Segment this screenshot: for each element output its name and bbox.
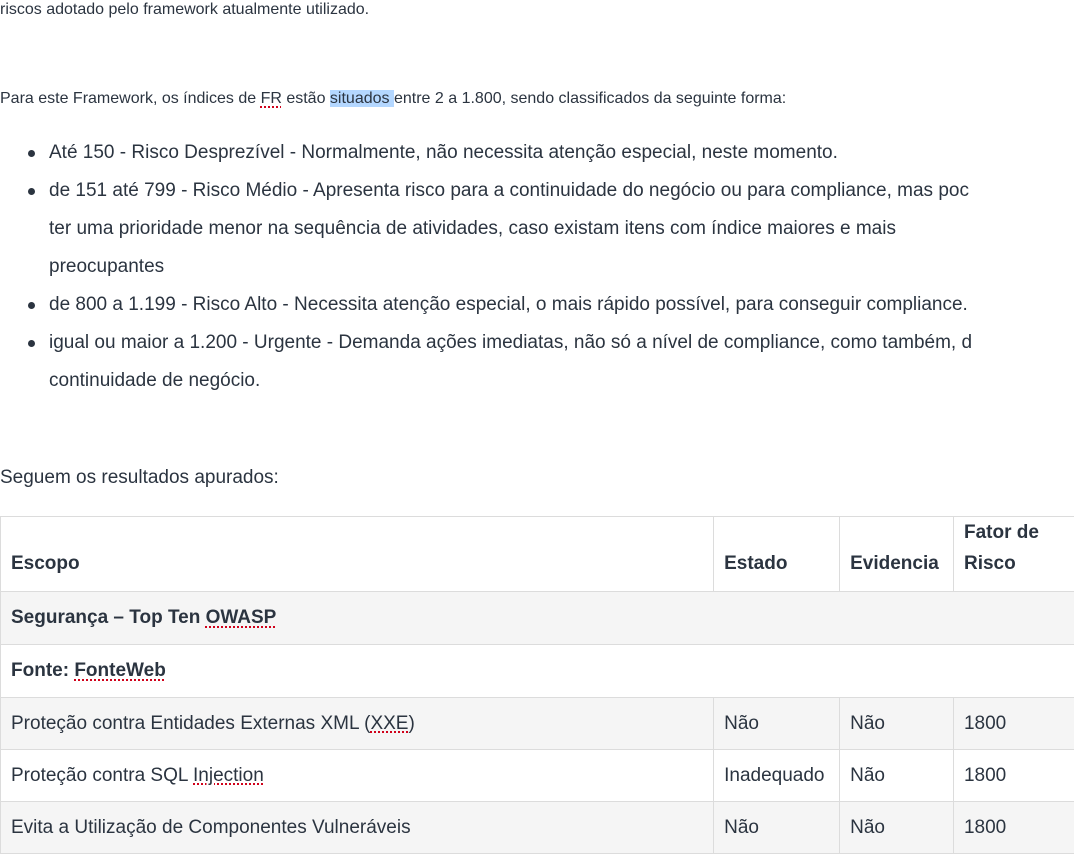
group-title-row: Segurança – Top Ten OWASP	[0, 591, 1074, 645]
results-table: Escopo Estado Evidencia Fator de Risco Se…	[0, 516, 1074, 854]
list-item-text: de 151 até 799 - Risco Médio - Apresenta…	[49, 180, 969, 201]
intro-paragraph: Para este Framework, os índices de FR es…	[0, 87, 786, 111]
cell-risk: 1800	[952, 749, 1074, 802]
cell-scope: Proteção contra SQL Injection	[0, 749, 715, 802]
intro-top-line: riscos adotado pelo framework atualmente…	[0, 1, 370, 18]
intro-text-mid: estão	[281, 90, 330, 107]
list-item: de 151 até 799 - Risco Médio - Apresenta…	[0, 172, 1074, 286]
list-item-text: igual ou maior a 1.200 - Urgente - Deman…	[49, 332, 973, 353]
cell-risk: 1800	[952, 697, 1074, 750]
bullet-icon	[28, 150, 35, 157]
list-item-text: continuidade de negócio.	[49, 370, 261, 391]
bullet-icon	[28, 302, 35, 309]
intro-text-end: entre 2 a 1.800, sendo classificados da …	[393, 90, 787, 107]
source-row: Fonte: FonteWeb	[0, 644, 1074, 698]
header-risk-line1: Fator de	[963, 522, 1039, 543]
fr-term: FR	[260, 90, 282, 107]
risk-level-list: Até 150 - Risco Desprezível - Normalment…	[0, 134, 1074, 400]
list-item: de 800 a 1.199 - Risco Alto - Necessita …	[0, 286, 1074, 324]
cell-evidence: Não	[839, 749, 954, 802]
table-row: Proteção contra Entidades Externas XML (…	[0, 697, 1074, 750]
list-item-text: ter uma prioridade menor na sequência de…	[49, 218, 896, 239]
source-label: Fonte: FonteWeb	[0, 644, 1074, 698]
cell-state: Não	[713, 697, 841, 750]
list-item-text: preocupantes	[49, 256, 165, 277]
header-evidence: Evidencia	[839, 516, 954, 592]
list-item-text: de 800 a 1.199 - Risco Alto - Necessita …	[49, 294, 968, 315]
table-row: Evita a Utilização de Componentes Vulner…	[0, 801, 1074, 854]
results-intro: Seguem os resultados apurados:	[0, 467, 279, 488]
selected-text-highlight[interactable]: situados	[329, 90, 394, 107]
cell-scope: Evita a Utilização de Componentes Vulner…	[0, 801, 715, 854]
cell-risk: 1800	[952, 801, 1074, 854]
cell-state: Inadequado	[713, 749, 841, 802]
cell-scope: Proteção contra Entidades Externas XML (…	[0, 697, 715, 750]
header-scope: Escopo	[0, 516, 715, 592]
source-term: FonteWeb	[74, 660, 166, 681]
header-risk-line2: Risco	[963, 553, 1016, 574]
table-header-row: Escopo Estado Evidencia Fator de Risco	[0, 516, 1074, 592]
header-risk-factor: Fator de Risco	[952, 516, 1074, 592]
cell-evidence: Não	[839, 697, 954, 750]
bullet-icon	[28, 340, 35, 347]
document-page: riscos adotado pelo framework atualmente…	[0, 0, 1074, 858]
cell-evidence: Não	[839, 801, 954, 854]
bullet-icon	[28, 188, 35, 195]
list-item-text: Até 150 - Risco Desprezível - Normalment…	[49, 142, 838, 163]
table-row: Proteção contra SQL Injection Inadequado…	[0, 749, 1074, 802]
cell-state: Não	[713, 801, 841, 854]
list-item: igual ou maior a 1.200 - Urgente - Deman…	[0, 324, 1074, 400]
list-item: Até 150 - Risco Desprezível - Normalment…	[0, 134, 1074, 172]
header-state: Estado	[713, 516, 841, 592]
intro-text-start: Para este Framework, os índices de	[0, 90, 261, 107]
owasp-term: OWASP	[205, 607, 277, 628]
group-title: Segurança – Top Ten OWASP	[0, 591, 1074, 645]
